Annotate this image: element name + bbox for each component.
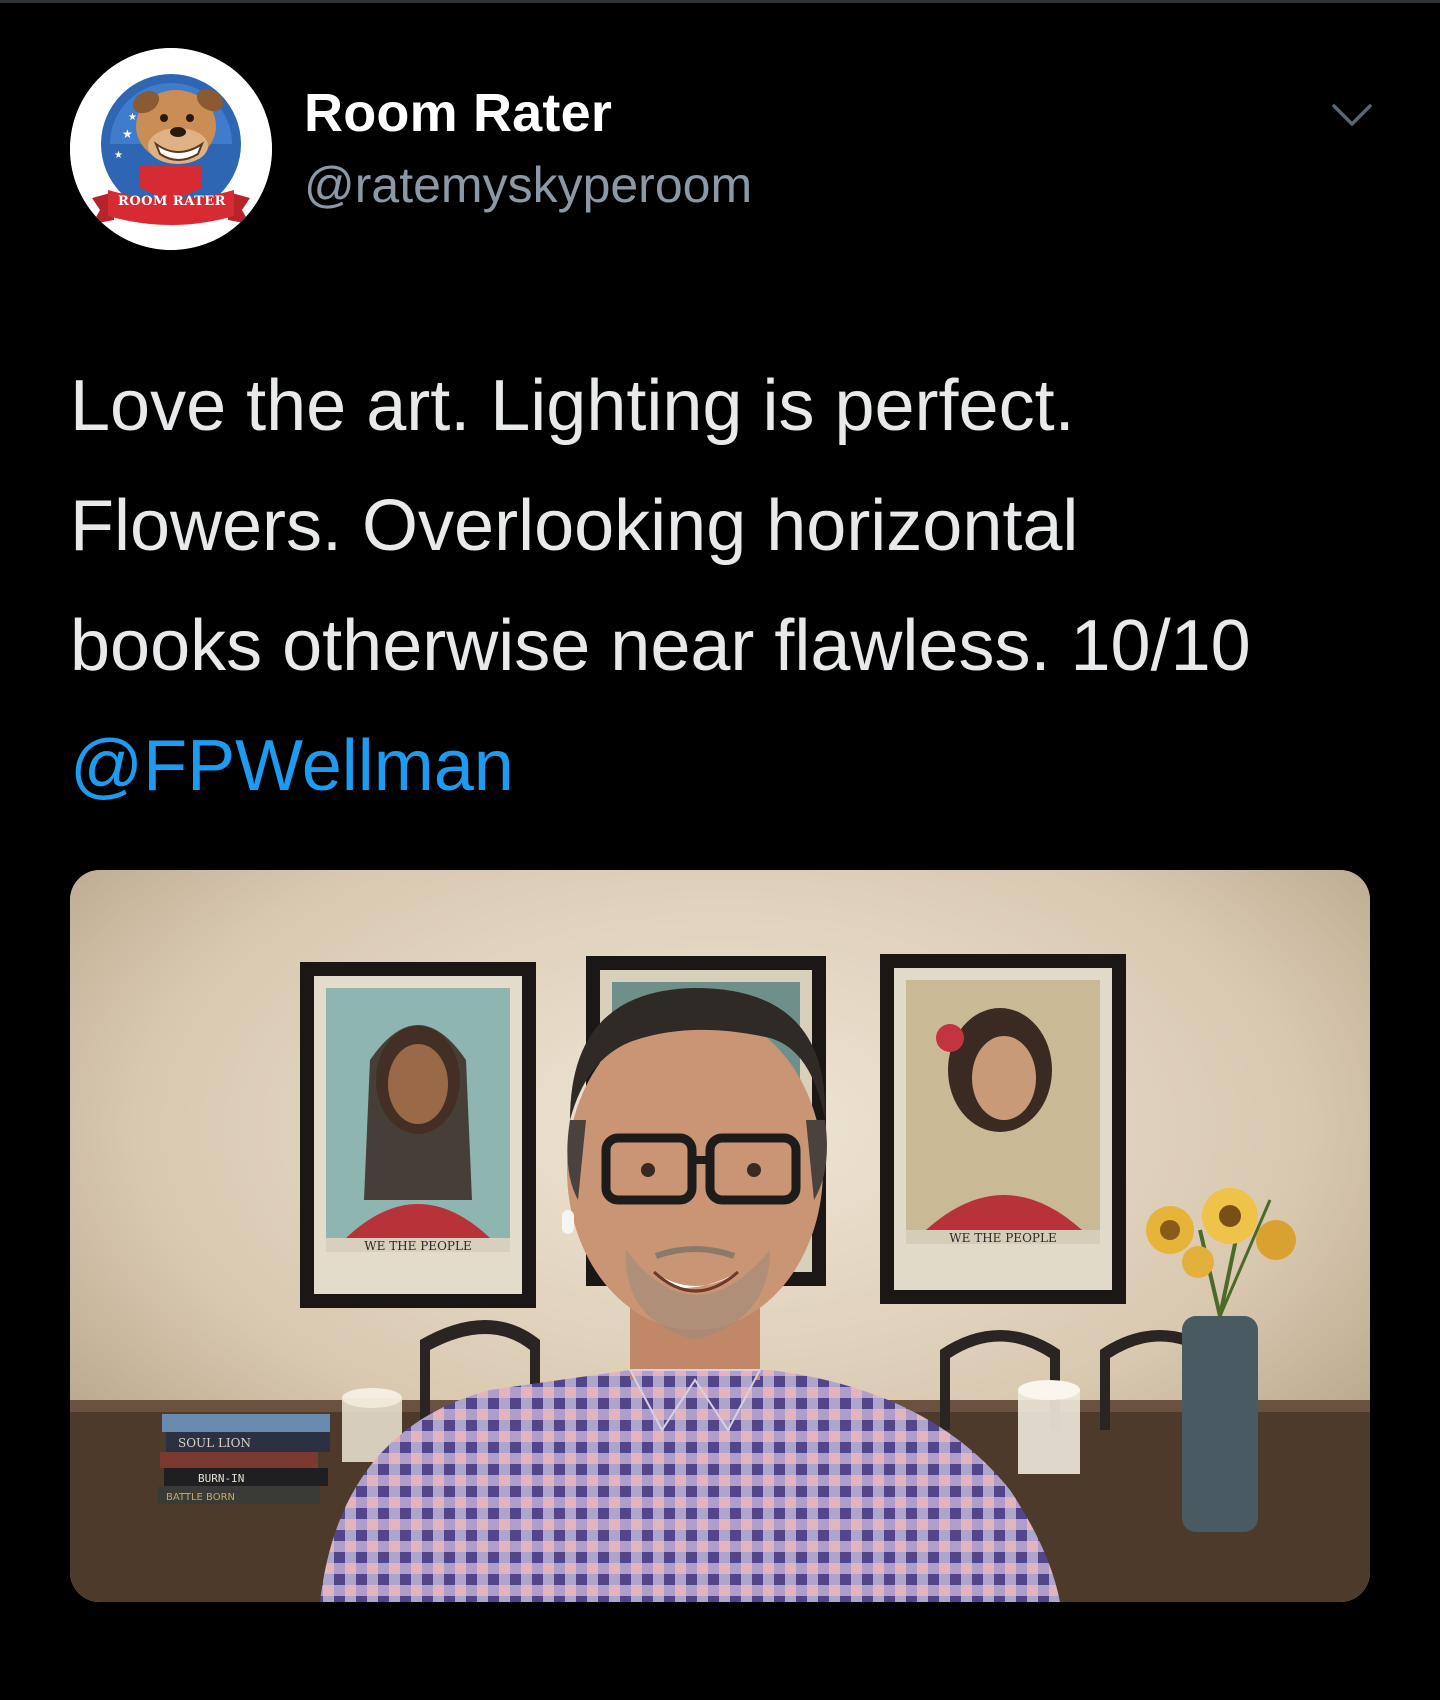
video-call-photo: WE THE PEOPLE WE THE PEOPLE SOUL LION BU… xyxy=(70,870,1370,1602)
book-spine-title: SOUL LION xyxy=(178,1436,251,1450)
book-spine-title: BURN-IN xyxy=(198,1472,244,1485)
chevron-down-icon[interactable] xyxy=(1328,96,1376,132)
book-stack: SOUL LION BURN-IN BATTLE BORN xyxy=(158,1414,330,1504)
svg-text:★: ★ xyxy=(128,112,137,123)
bulldog-logo-icon: ★ ★ ★ xyxy=(70,48,272,250)
avatar-banner-text: ROOM RATER xyxy=(118,194,226,209)
svg-text:★: ★ xyxy=(122,127,133,141)
handle[interactable]: @ratemyskyperoom xyxy=(304,156,752,214)
poster-caption-left: WE THE PEOPLE xyxy=(364,1239,471,1253)
poster-caption-right: WE THE PEOPLE xyxy=(949,1231,1056,1245)
avatar[interactable]: ★ ★ ★ ROOM RATER xyxy=(70,48,272,250)
display-name[interactable]: Room Rater xyxy=(304,82,612,144)
mention-link[interactable]: @FPWellman xyxy=(70,706,1390,826)
tweet-header: ★ ★ ★ ROOM RATER Room Rater @ratemyskype… xyxy=(0,0,1440,280)
tweet-text: Love the art. Lighting is perfect. Flowe… xyxy=(70,346,1390,826)
tweet-text-line: books otherwise near flawless. 10/10 xyxy=(70,606,1251,686)
svg-text:★: ★ xyxy=(114,150,123,161)
tweet-text-line: Love the art. Lighting is perfect. xyxy=(70,366,1075,446)
tweet-text-line: Flowers. Overlooking horizontal xyxy=(70,486,1079,566)
tweet-media-image[interactable]: WE THE PEOPLE WE THE PEOPLE SOUL LION BU… xyxy=(70,870,1370,1602)
book-spine-title: BATTLE BORN xyxy=(166,1492,235,1503)
